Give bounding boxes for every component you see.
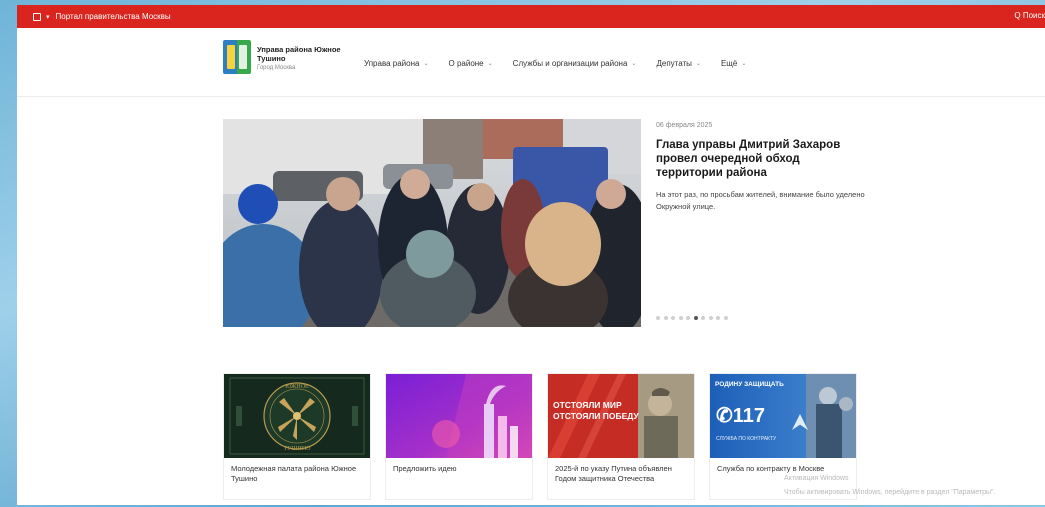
portal-link[interactable]: Портал правительства Москвы <box>56 12 171 21</box>
card-image: РОДИНУ ЗАЩИЩАТЬ ✆117 СЛУЖБА ПО КОНТРАКТУ <box>710 374 856 458</box>
moscow-portal-icon[interactable] <box>33 12 41 21</box>
carousel-dot[interactable] <box>678 316 683 320</box>
nav-item-services[interactable]: Службы и организации района ⌄ <box>513 59 637 68</box>
card-caption: 2025-й по указу Путина объявлен Годом за… <box>555 464 672 483</box>
chevron-down-icon: ⌄ <box>423 61 429 67</box>
card-suggest-idea[interactable]: Предложить идею <box>385 373 533 500</box>
card-image-text-top: ЮЖНОЕ <box>285 384 309 390</box>
carousel-dot[interactable] <box>671 316 675 320</box>
site-title[interactable]: Управа района Южное Тушино <box>257 45 343 63</box>
nav-item-deputies[interactable]: Депутаты ⌄ <box>656 59 701 68</box>
browser-window: ▾ Портал правительства Москвы Q Поиск Уп… <box>17 5 1045 505</box>
nav-item-uprava[interactable]: Управа района ⌄ <box>364 59 429 68</box>
card-image-text-header: РОДИНУ ЗАЩИЩАТЬ <box>715 381 784 388</box>
carousel-dot[interactable] <box>656 316 660 320</box>
card-image-text-line1: ОТСТОЯЛИ МИР <box>553 400 622 410</box>
card-image <box>386 374 532 458</box>
carousel-dot[interactable] <box>663 316 668 320</box>
hero-date: 06 февраля 2025 <box>656 122 713 129</box>
card-image-text-number: ✆117 <box>716 405 765 427</box>
card-image-text-sub: СЛУЖБА ПО КОНТРАКТУ <box>716 436 777 442</box>
search-button[interactable]: Q Поиск <box>1014 11 1045 20</box>
watermark-line-2: Чтобы активировать Windows, перейдите в … <box>784 489 996 496</box>
carousel-dot[interactable] <box>701 316 705 320</box>
chevron-down-icon: ⌄ <box>695 61 701 67</box>
windows-activation-watermark: Активация Windows Чтобы активировать Win… <box>784 472 995 500</box>
nav-item-about[interactable]: О районе ⌄ <box>449 59 493 68</box>
card-youth-chamber[interactable]: ЮЖНОЕ ТУШИНО Молодежная палата района Юж… <box>223 373 371 500</box>
watermark-line-1: Активация Windows <box>784 475 849 482</box>
hero-description: На этот раз, по просьбам жителей, вниман… <box>656 190 865 211</box>
card-caption: Предложить идею <box>393 464 457 473</box>
nav-item-more[interactable]: Ещё ⌄ <box>721 59 746 68</box>
nav-item-label: Управа района <box>364 59 420 68</box>
carousel-dot[interactable] <box>708 316 713 320</box>
hero-photo[interactable] <box>223 119 641 327</box>
carousel-dot[interactable] <box>686 316 690 320</box>
card-image-text-line2: ОТСТОЯЛИ ПОБЕДУ <box>553 411 639 421</box>
card-caption: Молодежная палата района Южное Тушино <box>231 464 357 483</box>
carousel-dot[interactable] <box>716 316 720 320</box>
chevron-down-icon: ⌄ <box>741 61 747 67</box>
site-subtitle: Город Москва <box>257 65 296 71</box>
card-image: ОТСТОЯЛИ МИР ОТСТОЯЛИ ПОБЕДУ <box>548 374 694 458</box>
card-image: ЮЖНОЕ ТУШИНО <box>224 374 370 458</box>
top-bar: ▾ Портал правительства Москвы Q Поиск <box>17 5 1045 28</box>
district-emblem-icon[interactable] <box>223 40 251 74</box>
nav-item-label: Службы и организации района <box>512 59 628 68</box>
nav-item-label: Депутаты <box>656 59 692 68</box>
carousel-dot-active[interactable] <box>693 316 698 320</box>
chevron-down-icon: ⌄ <box>631 61 637 67</box>
hero-title[interactable]: Глава управы Дмитрий Захаров провел очер… <box>656 138 856 180</box>
chevron-down-icon: ⌄ <box>487 61 493 67</box>
nav-item-label: Ещё <box>720 59 738 68</box>
card-image-text-bottom: ТУШИНО <box>284 446 312 452</box>
carousel-dot[interactable] <box>723 316 728 320</box>
carousel-dots <box>656 316 728 320</box>
chevron-down-icon[interactable]: ▾ <box>46 13 50 21</box>
main-nav: Управа района ⌄ О районе ⌄ Службы и орга… <box>364 59 746 68</box>
nav-item-label: О районе <box>448 59 484 68</box>
site-header: Управа района Южное Тушино Город Москва … <box>17 28 1045 97</box>
card-defender-year[interactable]: ОТСТОЯЛИ МИР ОТСТОЯЛИ ПОБЕДУ 2025-й по у… <box>547 373 695 500</box>
